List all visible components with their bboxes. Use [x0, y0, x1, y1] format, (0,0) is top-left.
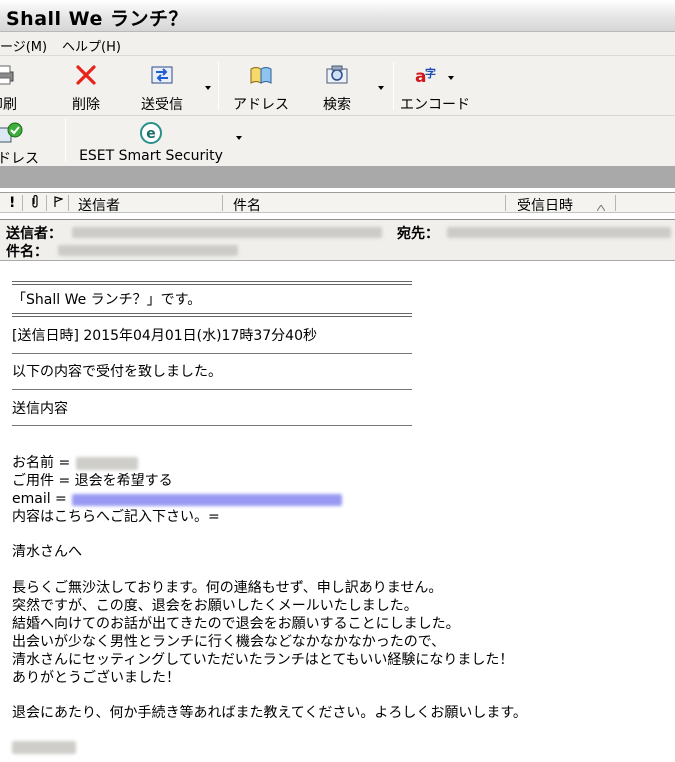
eset-label: ESET Smart Security	[79, 148, 223, 164]
main-toolbar: 印刷 削除 送受信 アドレス 検索 a字 エンコード	[0, 56, 675, 116]
column-divider[interactable]	[22, 195, 23, 211]
eset-button[interactable]: e ESET Smart Security	[76, 122, 226, 164]
column-divider[interactable]	[505, 195, 506, 211]
body-greeting: 清水さんへ	[12, 544, 82, 560]
svg-text:字: 字	[425, 66, 436, 80]
search-label: 検索	[323, 97, 351, 113]
encode-label: エンコード	[400, 97, 470, 113]
field-email-label: email =	[12, 491, 67, 507]
body-paragraph-line: 出会いが少なく男性とランチに行く機会などなかなかなかったので、	[12, 634, 446, 650]
divider-single	[12, 425, 412, 426]
from-label: 送信者：	[6, 226, 62, 242]
importance-column-icon[interactable]: !	[9, 195, 15, 211]
toolbar-separator	[393, 62, 394, 110]
subject-label: 件名：	[6, 244, 48, 260]
svg-text:e: e	[146, 126, 156, 142]
menu-message[interactable]: ージ(M)	[0, 36, 47, 55]
to-label: 宛先：	[397, 226, 439, 242]
window-title: Shall We ランチ？	[6, 8, 188, 30]
signature-redacted	[12, 741, 76, 754]
encode-dropdown-icon[interactable]	[448, 76, 454, 80]
menu-help[interactable]: ヘルプ(H)	[62, 36, 121, 55]
body-paragraph-line: 清水さんにセッティングしていただいたランチはとてもいい経験になりました！	[12, 652, 514, 668]
body-paragraph-line: ありがとうございました！	[12, 670, 180, 686]
received-column-header[interactable]: 受信日時	[517, 195, 573, 215]
eset-dropdown-icon[interactable]	[236, 136, 242, 140]
sender-column-header[interactable]: 送信者	[78, 195, 120, 215]
sender-address-redacted	[72, 227, 382, 238]
attachment-column-icon[interactable]	[30, 194, 40, 213]
search-button[interactable]: 検索	[310, 64, 364, 114]
body-line-received: 以下の内容で受付を致しました。	[12, 364, 222, 380]
message-list-header: ! 送信者 件名 受信日時	[0, 192, 675, 215]
address-book-label: アドレス	[233, 97, 289, 113]
preview-header: 送信者： 宛先： 件名：	[0, 219, 675, 261]
message-body: 「Shall We ランチ？」です。 [送信日時] 2015年04月01日(水)…	[0, 262, 675, 762]
column-divider[interactable]	[615, 195, 616, 211]
print-button[interactable]: 印刷	[0, 64, 30, 114]
secondary-toolbar: アドレス e ESET Smart Security	[0, 116, 675, 167]
subject-redacted	[58, 245, 238, 256]
search-icon	[325, 64, 349, 90]
pane-splitter[interactable]	[0, 166, 675, 188]
delete-label: 削除	[72, 97, 100, 113]
address-check-label: アドレス	[0, 151, 39, 167]
address-book-button[interactable]: アドレス	[228, 64, 294, 114]
print-label: 印刷	[0, 97, 17, 113]
field-content: 内容はこちらへご記入下さい。=	[12, 509, 220, 525]
address-check-button[interactable]: アドレス	[0, 122, 58, 167]
divider-single	[12, 353, 412, 354]
body-line-title: 「Shall We ランチ？」です。	[12, 292, 202, 308]
body-paragraph-line: 突然ですが、この度、退会をお願いしたくメールいたしました。	[12, 598, 418, 614]
delete-x-icon	[75, 64, 97, 90]
title-bar: Shall We ランチ？	[0, 0, 675, 32]
toolbar-separator	[218, 62, 219, 110]
subject-column-header[interactable]: 件名	[233, 195, 261, 215]
toolbar-separator	[65, 118, 66, 162]
eset-logo-icon: e	[140, 122, 162, 148]
field-inquiry: ご用件 = 退会を希望する	[12, 473, 173, 489]
encode-icon: a字	[415, 64, 441, 92]
body-closing-line: 退会にあたり、何か手続き等あればまた教えてください。よろしくお願いします。	[12, 705, 527, 721]
flag-column-icon[interactable]	[53, 195, 64, 213]
send-receive-icon	[150, 64, 174, 90]
sort-ascending-icon	[596, 199, 606, 215]
send-receive-button[interactable]: 送受信	[132, 64, 192, 114]
body-line-sent-date: [送信日時] 2015年04月01日(水)17時37分40秒	[12, 328, 317, 344]
name-redacted	[76, 457, 138, 470]
recipient-address-redacted	[447, 227, 671, 238]
delete-button[interactable]: 削除	[62, 64, 110, 114]
column-divider[interactable]	[222, 195, 223, 211]
menu-bar: ージ(M) ヘルプ(H)	[0, 32, 675, 56]
encode-button[interactable]: a字 エンコード	[398, 64, 472, 114]
body-line-content-heading: 送信内容	[12, 401, 68, 417]
send-receive-dropdown-icon[interactable]	[205, 86, 211, 90]
body-paragraph-line: 長らくご無沙汰しております。何の連絡もせず、申し訳ありません。	[12, 580, 443, 596]
divider-single	[12, 389, 412, 390]
send-receive-label: 送受信	[141, 97, 183, 113]
search-dropdown-icon[interactable]	[378, 86, 384, 90]
divider-double	[12, 281, 412, 285]
address-book-icon	[249, 64, 273, 90]
field-name-label: お名前 =	[12, 455, 71, 471]
column-divider[interactable]	[68, 195, 69, 211]
body-paragraph-line: 結婚へ向けてのお話が出てきたので退会をお願いすることにしました。	[12, 616, 460, 632]
address-check-icon	[0, 122, 23, 148]
column-divider[interactable]	[46, 195, 47, 211]
printer-icon	[0, 64, 17, 90]
divider-double	[12, 313, 412, 317]
email-link-redacted[interactable]	[72, 494, 342, 506]
